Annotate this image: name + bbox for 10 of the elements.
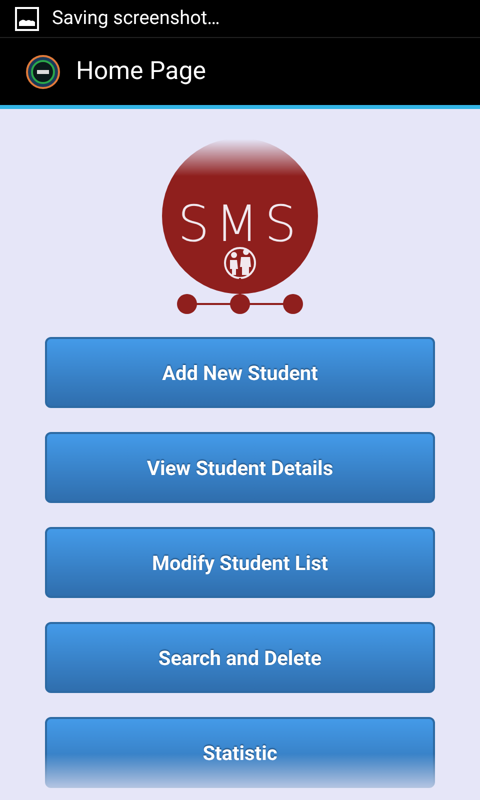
menu-button[interactable]: Modify Student List (45, 527, 435, 598)
page-title: Home Page (76, 56, 206, 88)
menu-button[interactable]: Search and Delete (45, 622, 435, 693)
app-logo-icon[interactable] (26, 54, 60, 88)
menu-button[interactable]: Add New Student (45, 337, 435, 408)
notification-text: Saving screenshot… (52, 5, 220, 32)
logo-drawing: SMS (162, 139, 318, 314)
image-icon (15, 6, 39, 30)
menu-button[interactable]: View Student Details (45, 432, 435, 503)
menu-button[interactable]: Statistic (45, 717, 435, 788)
